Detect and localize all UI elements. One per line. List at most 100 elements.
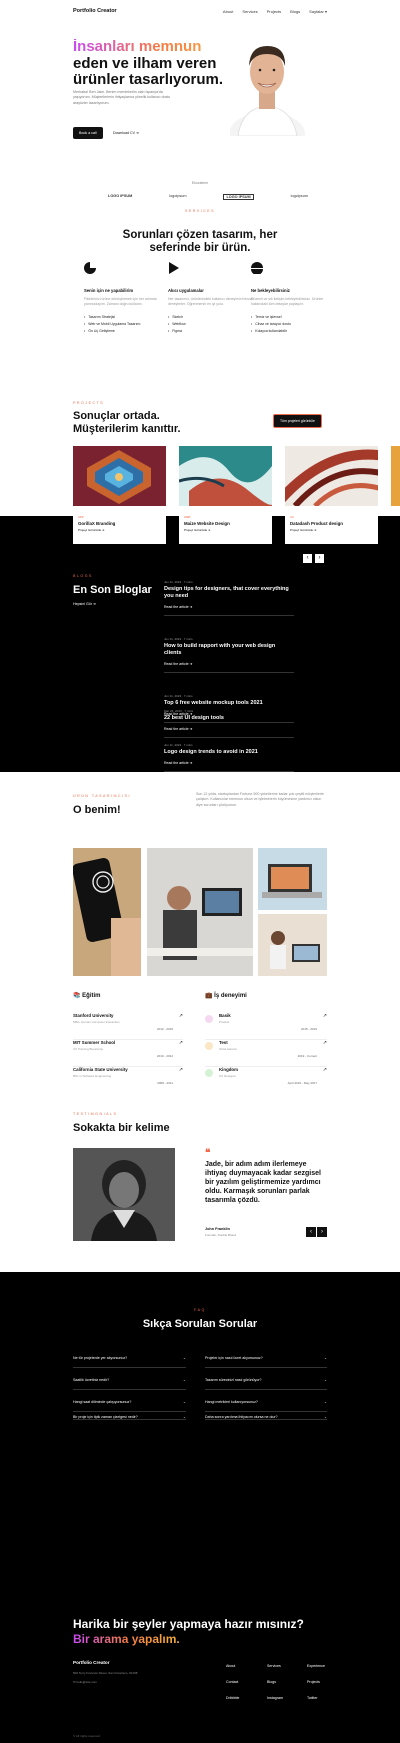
experience-sub: Product	[219, 1020, 230, 1024]
footer-col-2: Services Blogs Instagram	[267, 1664, 283, 1700]
faq-question: Daha sonra yardıma ihtiyacım olursa ne o…	[205, 1414, 278, 1419]
site-header: Portfolio Creator About Services Project…	[0, 0, 400, 28]
project-image	[73, 446, 166, 506]
projects-title: Sonuçlar ortada. Müşterilerim kanıttır.	[73, 410, 181, 435]
experience-title: 💼 İş deneyimi	[205, 993, 247, 999]
service-item: Akıcı uygulamalar Her tasarımcı, ürünler…	[168, 262, 253, 335]
nav-blogs[interactable]: Blogs	[290, 9, 300, 14]
education-years: 2012 - 2015	[156, 1027, 173, 1031]
chevron-down-icon: ⌄	[323, 1399, 327, 1404]
arrow-right-icon: ➔	[208, 528, 211, 532]
faq-question: Projeler için nasıl ücret alıyorsunuz?	[205, 1355, 263, 1360]
project-link[interactable]: Projeyi Görüntüle ➔	[184, 528, 267, 532]
project-card[interactable]: APP GorillaX Branding Projeyi Görüntüle …	[73, 446, 166, 544]
blog-item-title[interactable]: Top 6 free website mockup tools 2021	[164, 700, 294, 707]
experience-item[interactable]: Basik Product 2015 - 2019 ↗	[205, 1013, 327, 1040]
arrow-right-icon: ➔	[314, 528, 317, 532]
faq-item[interactable]: Ne tür projelerde yer alıyorsunuz? ⌄	[73, 1348, 186, 1368]
nav-services[interactable]: Services	[242, 9, 257, 14]
company-logo	[205, 1015, 213, 1023]
experience-item[interactable]: Test Ortak tasarım 2019 - Current ↗	[205, 1040, 327, 1067]
footer-link-blogs[interactable]: Blogs	[267, 1680, 283, 1684]
footer-link-experience[interactable]: Experience	[307, 1664, 325, 1668]
read-more-link[interactable]: Read the article ➔	[164, 761, 294, 765]
services-section: SERVICES Sorunları çözen tasarım, her se…	[0, 204, 400, 374]
footer-brand[interactable]: Portfolio Creator	[73, 1660, 110, 1665]
faq-question: Ne tür projelerde yer alıyorsunuz?	[73, 1355, 128, 1360]
faq-item[interactable]: Hangi metrikleri kullanıyorsunuz? ⌄	[205, 1392, 327, 1412]
education-years: 2010 - 2012	[156, 1054, 173, 1058]
blog-item[interactable]: Jun 11, 2023 · 7 mins Design tips for de…	[164, 580, 294, 616]
download-cv-button[interactable]: Download CV ➔	[113, 131, 139, 135]
read-more-link[interactable]: Read the article ➔	[164, 662, 294, 666]
faq-section: FAQ Sıkça Sorulan Sorular Ne tür projele…	[0, 1272, 400, 1422]
footer-link-twitter[interactable]: Twitter	[307, 1696, 325, 1700]
cta-line2[interactable]: Bir arama yapalım.	[73, 1632, 180, 1646]
book-call-button[interactable]: Book a call	[73, 127, 103, 139]
nav-about[interactable]: About	[223, 9, 233, 14]
project-card-peek	[391, 446, 400, 506]
faq-question: Hangi metrikleri kullanıyorsunuz?	[205, 1399, 258, 1404]
blog-item-title[interactable]: How to build rapport with your web desig…	[164, 643, 294, 657]
education-item[interactable]: MIT Summer School UX Training Bootcamp 2…	[73, 1040, 183, 1067]
about-eyebrow: ÜRÜN TASARIMCISI	[73, 794, 132, 798]
blog-meta: Mar 26, 2023 · 7 mins	[164, 709, 194, 713]
faq-item[interactable]: Bir proje için tipik zaman çizelgesi ned…	[73, 1414, 186, 1420]
footer-link-about[interactable]: About	[226, 1664, 239, 1668]
project-link[interactable]: Projeyi Görüntüle ➔	[290, 528, 373, 532]
faq-item[interactable]: Tasarım sürecinizi nasıl görünüyor? ⌄	[205, 1370, 327, 1390]
read-more-link[interactable]: Read the article ➔	[164, 605, 294, 609]
footer-link-dribbble[interactable]: Dribbble	[226, 1696, 239, 1700]
carousel-next-button[interactable]: ›	[315, 554, 324, 563]
half-circle-icon	[251, 262, 263, 275]
testimonial-next-button[interactable]: ›	[317, 1227, 327, 1237]
footer-link-projects[interactable]: Projects	[307, 1680, 325, 1684]
project-link[interactable]: Projeyi Görüntüle ➔	[78, 528, 161, 532]
blog-item[interactable]: Jun 11, 2023 · 7 mins How to build rappo…	[164, 637, 294, 673]
blog-item[interactable]: Jun 11, 2023 · 7 mins Logo design trends…	[164, 743, 294, 772]
projects-title-line1: Sonuçlar ortada.	[73, 410, 160, 422]
blog-item[interactable]: Mar 26, 2023 · 7 mins 22 best UI design …	[164, 709, 294, 738]
footer-link-services[interactable]: Services	[267, 1664, 283, 1668]
education-item[interactable]: Stanford University MBA, Human Computer …	[73, 1013, 183, 1040]
education-item[interactable]: California State University BSc in Softw…	[73, 1067, 183, 1090]
education-sub: UX Training Bootcamp	[73, 1047, 104, 1051]
chevron-down-icon: ⌄	[323, 1377, 327, 1382]
blog-item-title[interactable]: Logo design trends to avoid in 2021	[164, 749, 294, 756]
blog-eyebrow: BLOGS	[73, 574, 93, 578]
blog-item-title[interactable]: 22 best UI design tools	[164, 715, 294, 722]
faq-item[interactable]: Hangi saat diliminde çalışıyorsunuz? ⌄	[73, 1392, 186, 1412]
partner-logo: logoipsum	[290, 194, 308, 198]
carousel-prev-button[interactable]: ‹	[303, 554, 312, 563]
experience-item[interactable]: Kingdom UX Designer April 2016 - May 201…	[205, 1067, 327, 1090]
project-title: Datadash Product design	[290, 521, 343, 526]
blog-item-title[interactable]: Design tips for designers, that cover ev…	[164, 586, 294, 600]
arrow-right-icon: ➔	[135, 131, 139, 135]
education-years: 2008 - 2011	[157, 1081, 173, 1085]
blog-all-link[interactable]: Hepsini Gör ➔	[73, 602, 96, 606]
about-photo-laptop	[258, 848, 327, 910]
read-more-link[interactable]: Read the article ➔	[164, 727, 294, 731]
brand-logo[interactable]: Portfolio Creator	[73, 8, 117, 14]
arrow-up-right-icon: ↗	[322, 1013, 327, 1019]
services-title-line1: Sorunları çözen tasarım, her	[122, 229, 278, 241]
nav-projects[interactable]: Projects	[267, 9, 281, 14]
nav-pages[interactable]: Sayfalar ▾	[309, 9, 327, 14]
faq-question: Saatlik ücretiniz nedir?	[73, 1377, 110, 1382]
footer-link-instagram[interactable]: Instagram	[267, 1696, 283, 1700]
all-projects-button[interactable]: Tüm projeleri görüntüle	[273, 414, 322, 428]
faq-item[interactable]: Saatlik ücretiniz nedir? ⌄	[73, 1370, 186, 1390]
footer-link-contact[interactable]: Contact	[226, 1680, 239, 1684]
project-card[interactable]: UX Datadash Product design Projeyi Görün…	[271, 446, 386, 544]
project-card[interactable]: WEB Maize Website Design Projeyi Görüntü…	[178, 446, 274, 544]
footer-col-3: Experience Projects Twitter	[307, 1664, 325, 1700]
faq-question: Bir proje için tipik zaman çizelgesi ned…	[73, 1414, 138, 1419]
faq-item[interactable]: Daha sonra yardıma ihtiyacım olursa ne o…	[205, 1414, 327, 1420]
projects-section: PROJECTS Sonuçlar ortada. Müşterilerim k…	[0, 396, 400, 566]
footer-email[interactable]: ✉ hello@site.com	[73, 1680, 97, 1684]
testimonial-prev-button[interactable]: ‹	[306, 1227, 316, 1237]
service-bullet: Webflow	[168, 321, 253, 328]
faq-item[interactable]: Projeler için nasıl ücret alıyorsunuz? ⌄	[205, 1348, 327, 1368]
service-item: Senin için ne yapabilirim Fikirlerinizi …	[84, 262, 169, 335]
experience-name: Test	[219, 1040, 228, 1045]
